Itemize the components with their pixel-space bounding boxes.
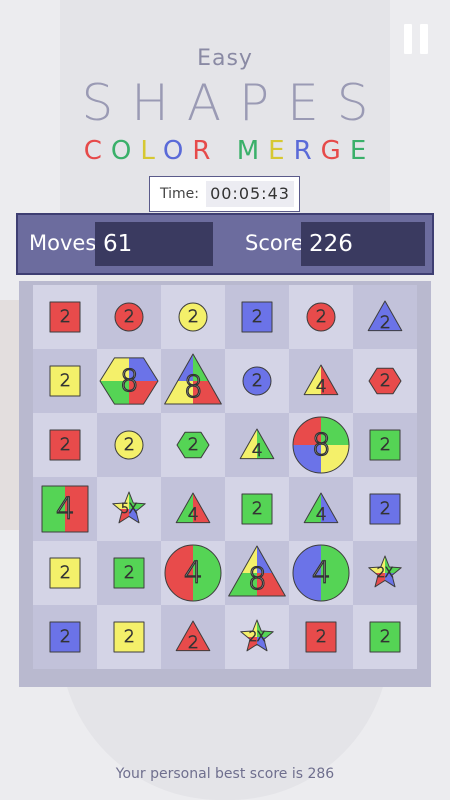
board-cell[interactable]: 8 bbox=[97, 349, 161, 413]
board-cell[interactable]: 2X bbox=[225, 605, 289, 669]
cell-value: 8 bbox=[119, 363, 139, 399]
cell-value: 2 bbox=[379, 313, 391, 334]
cell-value: 2 bbox=[123, 627, 135, 648]
cell-value: 4 bbox=[315, 377, 327, 398]
cell-value: 4 bbox=[311, 555, 331, 591]
subtitle-letter: R bbox=[293, 136, 321, 166]
subtitle-letter: G bbox=[320, 136, 350, 166]
timer-box: Time: 00:05:43 bbox=[149, 176, 300, 212]
subtitle-letter: O bbox=[162, 136, 193, 166]
cell-value: 2 bbox=[187, 307, 199, 328]
board-cell[interactable]: 8 bbox=[289, 413, 353, 477]
cell-value: 4 bbox=[183, 555, 203, 591]
subtitle-letter: L bbox=[140, 136, 163, 166]
subtitle-letter: R bbox=[192, 136, 220, 166]
subtitle-letter bbox=[219, 136, 236, 166]
board-cell[interactable]: 2 bbox=[33, 605, 97, 669]
timer-value: 00:05:43 bbox=[206, 181, 294, 207]
cell-value: 4 bbox=[55, 491, 75, 527]
cell-value: 2 bbox=[59, 627, 71, 648]
board-cell[interactable]: 4 bbox=[289, 349, 353, 413]
cell-value: 2 bbox=[315, 627, 327, 648]
board-cell[interactable]: 2 bbox=[353, 605, 417, 669]
board-grid: 2 2 2 2 2 2 2 8 8 2 4 2 2 2 2 4 8 2 4 5X 4 2 4 2 2 2 4 8 4 2X 2 2 2 2X 2 2 bbox=[33, 285, 417, 669]
game-board: 2 2 2 2 2 2 2 8 8 2 4 2 2 2 2 4 8 2 4 5X 4 2 4 2 2 2 4 8 4 2X 2 2 2 2X 2 2 bbox=[19, 281, 431, 687]
board-cell[interactable]: 2 bbox=[33, 541, 97, 605]
moves-label: Moves: bbox=[29, 231, 104, 255]
board-cell[interactable]: 4 bbox=[289, 541, 353, 605]
board-cell[interactable]: 2 bbox=[161, 285, 225, 349]
cell-value: 2 bbox=[123, 307, 135, 328]
cell-value: 2 bbox=[123, 563, 135, 584]
cell-value: 2 bbox=[379, 371, 391, 392]
cell-value: 2X bbox=[376, 565, 394, 581]
cell-value: 2 bbox=[59, 435, 71, 456]
cell-value: 2 bbox=[379, 499, 391, 520]
cell-value: 2 bbox=[187, 633, 199, 654]
best-score-text: Your personal best score is 286 bbox=[115, 766, 335, 782]
board-cell[interactable]: 2 bbox=[97, 285, 161, 349]
subtitle-letter: O bbox=[110, 136, 141, 166]
board-cell[interactable]: 2 bbox=[225, 349, 289, 413]
board-cell[interactable]: 4 bbox=[161, 477, 225, 541]
cell-value: 2 bbox=[315, 307, 327, 328]
cell-value: 8 bbox=[183, 369, 203, 405]
subtitle-letter: M bbox=[236, 136, 269, 166]
cell-value: 8 bbox=[247, 561, 267, 597]
board-cell[interactable]: 2 bbox=[97, 541, 161, 605]
board-cell[interactable]: 2 bbox=[161, 605, 225, 669]
cell-value: 2 bbox=[187, 435, 199, 456]
board-cell[interactable]: 2 bbox=[353, 413, 417, 477]
cell-value: 5X bbox=[120, 501, 138, 517]
subtitle-letter: C bbox=[83, 136, 111, 166]
cell-value: 2 bbox=[59, 371, 71, 392]
cell-value: 8 bbox=[311, 427, 331, 463]
board-cell[interactable]: 2 bbox=[353, 349, 417, 413]
board-cell[interactable]: 2 bbox=[33, 349, 97, 413]
difficulty-label: Easy bbox=[197, 46, 253, 71]
board-cell[interactable]: 2 bbox=[161, 413, 225, 477]
board-cell[interactable]: 2 bbox=[97, 413, 161, 477]
stats-bar: Moves: 61 Score: 226 bbox=[16, 213, 434, 275]
moves-value: 61 bbox=[95, 222, 213, 266]
cell-value: 2 bbox=[59, 563, 71, 584]
board-cell[interactable]: 4 bbox=[225, 413, 289, 477]
board-cell[interactable]: 2 bbox=[33, 413, 97, 477]
cell-value: 2 bbox=[123, 435, 135, 456]
subtitle-letter: E bbox=[349, 136, 376, 166]
board-cell[interactable]: 2 bbox=[289, 285, 353, 349]
game-title: SHAPES bbox=[81, 74, 387, 132]
cell-value: 4 bbox=[251, 441, 263, 462]
cell-value: 4 bbox=[315, 505, 327, 526]
score-value: 226 bbox=[301, 222, 425, 266]
cell-value: 4 bbox=[187, 505, 199, 526]
board-cell[interactable]: 2 bbox=[97, 605, 161, 669]
game-subtitle: COLOR MERGE bbox=[0, 136, 450, 166]
board-cell[interactable]: 2 bbox=[225, 285, 289, 349]
board-cell[interactable]: 2 bbox=[353, 285, 417, 349]
timer-label: Time: bbox=[160, 186, 199, 202]
board-cell[interactable]: 8 bbox=[161, 349, 225, 413]
board-cell[interactable]: 4 bbox=[289, 477, 353, 541]
cell-value: 2 bbox=[251, 307, 263, 328]
board-cell[interactable]: 5X bbox=[97, 477, 161, 541]
cell-value: 2 bbox=[251, 371, 263, 392]
cell-value: 2 bbox=[379, 627, 391, 648]
board-cell[interactable]: 4 bbox=[33, 477, 97, 541]
board-cell[interactable]: 2 bbox=[33, 285, 97, 349]
board-cell[interactable]: 2X bbox=[353, 541, 417, 605]
board-cell[interactable]: 2 bbox=[289, 605, 353, 669]
board-cell[interactable]: 8 bbox=[225, 541, 289, 605]
board-cell[interactable]: 2 bbox=[225, 477, 289, 541]
cell-value: 2 bbox=[251, 499, 263, 520]
cell-value: 2X bbox=[248, 629, 266, 645]
board-cell[interactable]: 2 bbox=[353, 477, 417, 541]
cell-value: 2 bbox=[379, 435, 391, 456]
board-cell[interactable]: 4 bbox=[161, 541, 225, 605]
cell-value: 2 bbox=[59, 307, 71, 328]
subtitle-letter: E bbox=[268, 136, 294, 166]
